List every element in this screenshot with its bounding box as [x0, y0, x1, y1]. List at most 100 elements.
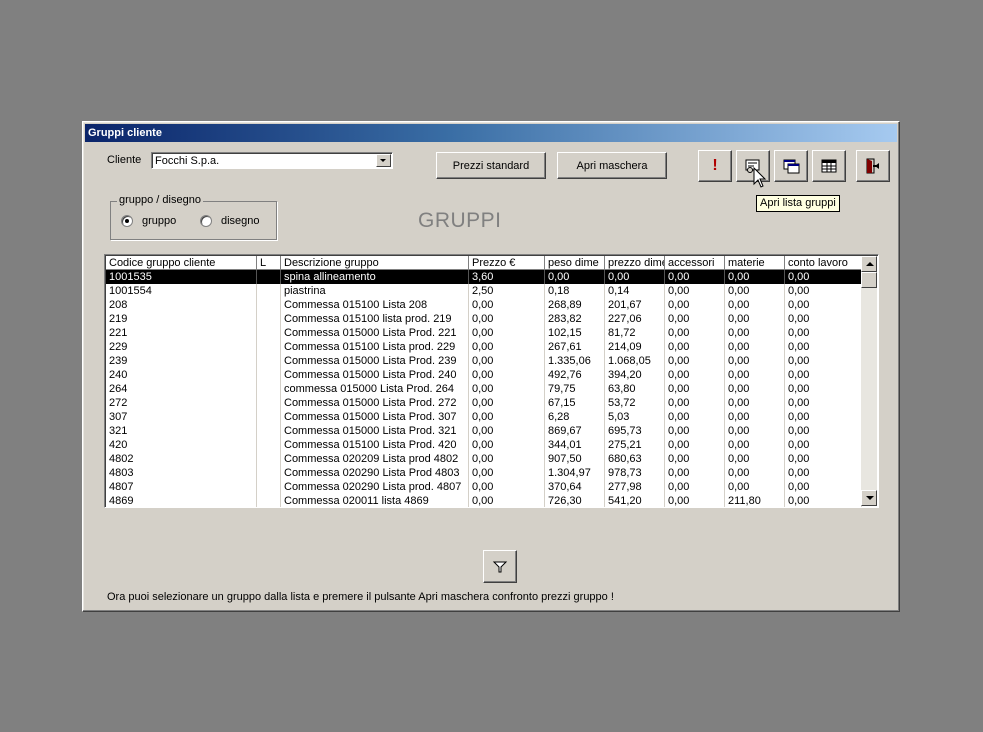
table-row[interactable]: 420 Commessa 015100 Lista Prod. 420 0,00 34…: [106, 438, 862, 452]
exit-button[interactable]: [856, 150, 890, 182]
cell-codice: 4802: [106, 452, 257, 466]
column-header-l[interactable]: L: [257, 256, 281, 270]
cell-l: [257, 312, 281, 326]
cell-peso-dime: 267,61: [545, 340, 605, 354]
column-header-materie[interactable]: materie: [725, 256, 785, 270]
cell-materie: 211,80: [725, 494, 785, 507]
cell-codice: 420: [106, 438, 257, 452]
column-header-codice[interactable]: Codice gruppo cliente: [106, 256, 257, 270]
prezzi-standard-button[interactable]: Prezzi standard: [436, 152, 546, 179]
cell-accessori: 0,00: [665, 284, 725, 298]
cell-conto-lavoro: 0,00: [785, 298, 862, 312]
cell-materie: 0,00: [725, 354, 785, 368]
table-row[interactable]: 219 Commessa 015100 lista prod. 219 0,00 28…: [106, 312, 862, 326]
cell-descrizione: Commessa 020290 Lista prod. 4807: [281, 480, 469, 494]
table-row[interactable]: 307 Commessa 015000 Lista Prod. 307 0,00 6,…: [106, 410, 862, 424]
table-row[interactable]: 264 commessa 015000 Lista Prod. 264 0,00 79…: [106, 382, 862, 396]
cell-peso-dime: 6,28: [545, 410, 605, 424]
radio-disegno[interactable]: [200, 215, 212, 227]
cell-materie: 0,00: [725, 284, 785, 298]
table-row[interactable]: 321 Commessa 015000 Lista Prod. 321 0,00 86…: [106, 424, 862, 438]
cell-codice: 229: [106, 340, 257, 354]
cell-codice: 239: [106, 354, 257, 368]
cell-peso-dime: 67,15: [545, 396, 605, 410]
table-row[interactable]: 4803 Commessa 020290 Lista Prod 4803 0,00 1…: [106, 466, 862, 480]
cell-descrizione: Commessa 020290 Lista Prod 4803: [281, 466, 469, 480]
cell-descrizione: spina allineamento: [281, 270, 469, 284]
cell-conto-lavoro: 0,00: [785, 312, 862, 326]
cell-materie: 0,00: [725, 396, 785, 410]
cell-prezzo: 0,00: [469, 410, 545, 424]
cell-accessori: 0,00: [665, 424, 725, 438]
table-button[interactable]: [812, 150, 846, 182]
gruppi-table[interactable]: Codice gruppo cliente L Descrizione gruppo…: [104, 254, 879, 508]
column-header-accessori[interactable]: accessori: [665, 256, 725, 270]
cell-codice: 307: [106, 410, 257, 424]
groupbox-legend: gruppo / disegno: [117, 194, 203, 206]
filter-button[interactable]: [483, 550, 517, 583]
cell-codice: 1001535: [106, 270, 257, 284]
vertical-scrollbar[interactable]: [861, 256, 877, 506]
cliente-combobox[interactable]: Focchi S.p.a.: [151, 152, 393, 169]
table-row[interactable]: 229 Commessa 015100 Lista prod. 229 0,00 26…: [106, 340, 862, 354]
cell-materie: 0,00: [725, 298, 785, 312]
cell-prezzo: 0,00: [469, 312, 545, 326]
cell-descrizione: Commessa 015100 Lista Prod. 420: [281, 438, 469, 452]
cell-conto-lavoro: 0,00: [785, 340, 862, 354]
cell-conto-lavoro: 0,00: [785, 410, 862, 424]
cell-prezzo: 0,00: [469, 340, 545, 354]
cell-l: [257, 368, 281, 382]
cell-descrizione: Commessa 015000 Lista Prod. 307: [281, 410, 469, 424]
cell-materie: 0,00: [725, 410, 785, 424]
cell-accessori: 0,00: [665, 396, 725, 410]
cell-prezzo-dime: 63,80: [605, 382, 665, 396]
cell-peso-dime: 102,15: [545, 326, 605, 340]
table-row[interactable]: 239 Commessa 015000 Lista Prod. 239 0,00 1.…: [106, 354, 862, 368]
radio-gruppo[interactable]: [121, 215, 133, 227]
cell-materie: 0,00: [725, 466, 785, 480]
cell-prezzo-dime: 5,03: [605, 410, 665, 424]
scroll-thumb[interactable]: [861, 272, 877, 288]
cell-conto-lavoro: 0,00: [785, 382, 862, 396]
column-header-conto-lavoro[interactable]: conto lavoro: [785, 256, 862, 270]
tooltip: Apri lista gruppi: [756, 195, 840, 212]
column-header-peso-dime[interactable]: peso dime: [545, 256, 605, 270]
scroll-up-icon[interactable]: [861, 256, 877, 272]
windows-button[interactable]: [774, 150, 808, 182]
gruppo-disegno-groupbox: gruppo / disegno gruppo disegno: [110, 194, 277, 240]
cell-prezzo: 0,00: [469, 368, 545, 382]
column-header-prezzo-dime[interactable]: prezzo dime: [605, 256, 665, 270]
cell-l: [257, 326, 281, 340]
scroll-down-icon[interactable]: [861, 490, 877, 506]
cell-codice: 4803: [106, 466, 257, 480]
cell-accessori: 0,00: [665, 340, 725, 354]
table-row[interactable]: 221 Commessa 015000 Lista Prod. 221 0,00 10…: [106, 326, 862, 340]
chevron-down-icon[interactable]: [376, 154, 391, 167]
cell-l: [257, 438, 281, 452]
apri-maschera-button[interactable]: Apri maschera: [557, 152, 667, 179]
cell-prezzo: 0,00: [469, 466, 545, 480]
column-header-descrizione[interactable]: Descrizione gruppo: [281, 256, 469, 270]
table-row[interactable]: 1001554 piastrina 2,50 0,18 0,14 0,00 0,00 0,00: [106, 284, 862, 298]
cliente-value: Focchi S.p.a.: [155, 155, 220, 167]
table-body: 1001535 spina allineamento 3,60 0,00 0,00 0,0…: [106, 270, 862, 507]
cell-descrizione: piastrina: [281, 284, 469, 298]
table-row[interactable]: 1001535 spina allineamento 3,60 0,00 0,00 0,0…: [106, 270, 862, 284]
cell-prezzo: 0,00: [469, 494, 545, 507]
table-row[interactable]: 4807 Commessa 020290 Lista prod. 4807 0,00…: [106, 480, 862, 494]
column-header-prezzo[interactable]: Prezzo €: [469, 256, 545, 270]
cell-descrizione: Commessa 015000 Lista Prod. 240: [281, 368, 469, 382]
cell-accessori: 0,00: [665, 438, 725, 452]
table-row[interactable]: 240 Commessa 015000 Lista Prod. 240 0,00 49…: [106, 368, 862, 382]
table-row[interactable]: 4869 Commessa 020011 lista 4869 0,00 726,30…: [106, 494, 862, 507]
alert-button[interactable]: !: [698, 150, 732, 182]
table-row[interactable]: 272 Commessa 015000 Lista Prod. 272 0,00 67…: [106, 396, 862, 410]
table-row[interactable]: 208 Commessa 015100 Lista 208 0,00 268,89 20…: [106, 298, 862, 312]
window-title: Gruppi cliente: [85, 124, 897, 142]
cell-conto-lavoro: 0,00: [785, 480, 862, 494]
cell-descrizione: Commessa 020011 lista 4869: [281, 494, 469, 507]
table-row[interactable]: 4802 Commessa 020209 Lista prod 4802 0,00 9…: [106, 452, 862, 466]
cell-peso-dime: 344,01: [545, 438, 605, 452]
cell-prezzo-dime: 214,09: [605, 340, 665, 354]
cell-materie: 0,00: [725, 452, 785, 466]
